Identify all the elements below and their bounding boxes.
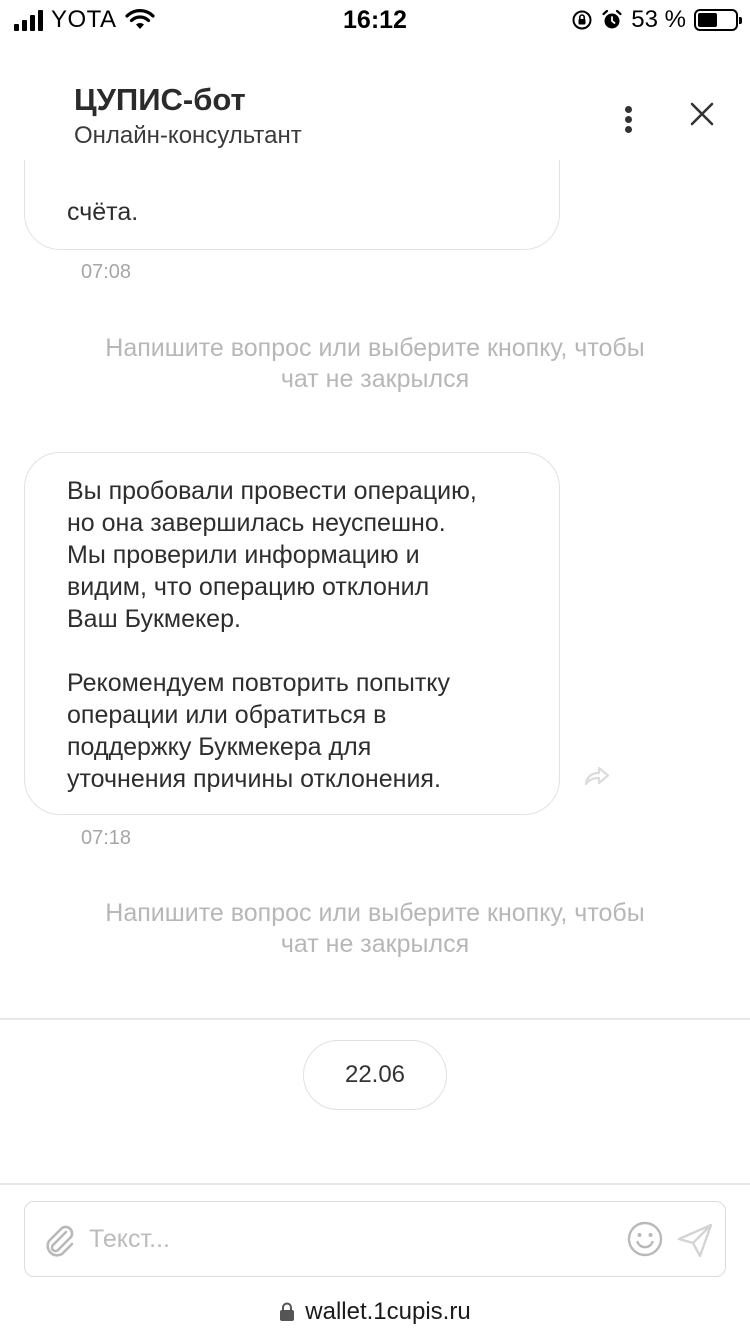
battery-percent: 53 % xyxy=(631,6,686,33)
status-right: 53 % xyxy=(571,6,742,34)
alarm-icon xyxy=(602,9,622,29)
bot-message: счёта. xyxy=(24,160,560,250)
status-bar: YOTA 16:12 53 % xyxy=(0,0,750,42)
orientation-lock-icon xyxy=(572,10,592,30)
forward-icon[interactable] xyxy=(582,762,612,790)
message-text: счёта. xyxy=(67,198,139,226)
lock-icon xyxy=(280,1302,295,1321)
system-note: Напишите вопрос или выберите кнопку, что… xyxy=(105,334,645,393)
chat-subtitle: Онлайн-консультант xyxy=(74,122,302,149)
message-composer xyxy=(24,1201,726,1277)
system-note: Напишите вопрос или выберите кнопку, что… xyxy=(105,899,645,958)
emoji-icon[interactable] xyxy=(625,1219,665,1259)
date-chip[interactable]: 22.06 xyxy=(303,1040,447,1110)
close-icon[interactable] xyxy=(684,96,720,132)
message-time: 07:18 xyxy=(81,827,132,849)
bot-message: Вы пробовали провести операцию, но она з… xyxy=(24,452,560,815)
battery-fill xyxy=(698,13,718,27)
send-icon[interactable] xyxy=(675,1220,715,1260)
battery-nub xyxy=(739,17,742,24)
divider xyxy=(0,1183,750,1185)
more-menu-button[interactable] xyxy=(612,100,646,140)
paperclip-icon[interactable] xyxy=(39,1220,79,1260)
chat-header: ЦУПИС-бот Онлайн-консультант xyxy=(74,82,302,150)
message-text: Вы пробовали провести операцию, но она з… xyxy=(67,477,477,793)
battery-icon xyxy=(694,9,742,31)
divider xyxy=(0,1018,750,1020)
browser-url-bar[interactable]: wallet.1cupis.ru xyxy=(0,1290,750,1334)
chat-screen: YOTA 16:12 53 % ЦУПИС-бот Онлайн-консуль… xyxy=(0,0,750,1334)
chat-title: ЦУПИС-бот xyxy=(74,82,246,117)
message-time: 07:08 xyxy=(81,261,132,283)
message-input[interactable] xyxy=(89,1216,609,1262)
url-text: wallet.1cupis.ru xyxy=(305,1298,471,1325)
